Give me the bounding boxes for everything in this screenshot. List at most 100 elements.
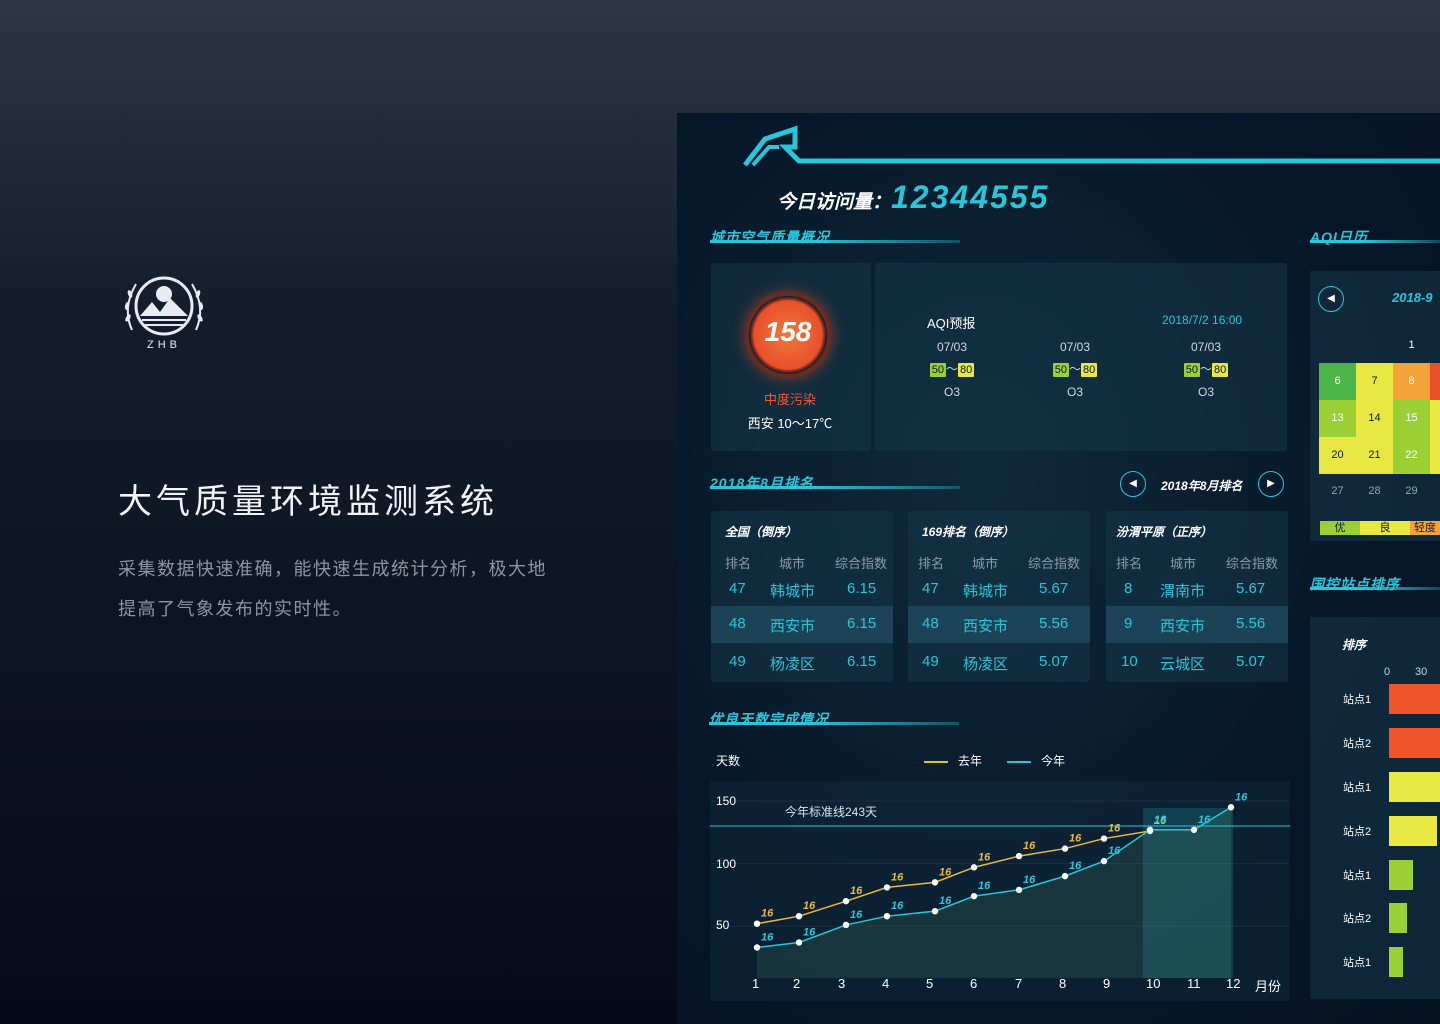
legend-last-year: 去年 xyxy=(924,752,982,769)
ranking-next-button[interactable]: ▶ xyxy=(1258,471,1284,497)
calendar-day[interactable]: 1 xyxy=(1393,327,1430,364)
calendar-day[interactable]: 27 xyxy=(1319,473,1356,510)
station-bar xyxy=(1389,947,1403,977)
forecast-item: 07/03 50 ～ 80 O3 xyxy=(1035,340,1115,399)
station-bar xyxy=(1389,684,1440,714)
section-title-good-days: 优良天数完成情况 xyxy=(709,711,829,727)
forecast-tilde: ～ xyxy=(945,362,958,376)
x-tick-label: 1 xyxy=(752,976,760,991)
table-row[interactable]: 10 云城区 5.07 xyxy=(1106,644,1288,681)
forecast-low: 50 xyxy=(1052,363,1069,377)
table-row[interactable]: 47 韩城市 5.67 xyxy=(908,571,1090,608)
y-tick-label: 150 xyxy=(716,794,737,808)
calendar-day[interactable]: 29 xyxy=(1393,473,1430,510)
table-row[interactable]: 49 杨凌区 5.07 xyxy=(908,644,1090,681)
table-row[interactable]: 49 杨凌区 6.15 xyxy=(711,644,893,681)
forecast-pollutant: O3 xyxy=(1197,385,1214,399)
col-header-rank: 排名 xyxy=(1116,556,1143,571)
forecast-high: 80 xyxy=(1212,363,1229,377)
forecast-item: 07/03 50 ～ 80 O3 xyxy=(1166,340,1246,399)
calendar-day[interactable]: 28 xyxy=(1356,473,1393,510)
col-header-city: 城市 xyxy=(779,556,806,571)
forecast-date: 07/03 xyxy=(1059,340,1091,354)
station-label: 站点1 xyxy=(1343,782,1372,794)
calendar-day[interactable]: 14 xyxy=(1356,400,1393,437)
section-underline xyxy=(709,722,959,725)
calendar-day[interactable]: 6 xyxy=(1319,363,1356,400)
table-row[interactable]: 48 西安市 5.56 xyxy=(908,606,1090,643)
forecast-low: 50 xyxy=(929,363,946,377)
section-title-ranking: 2018年8月排名 xyxy=(710,475,814,491)
x-tick-label: 5 xyxy=(926,976,934,991)
aqi-value: 158 xyxy=(764,316,812,347)
ranking-table-169: 169排名（倒序） 排名 城市 综合指数 47 韩城市 5.67 48 西安市 5.56… xyxy=(908,511,1090,682)
calendar-day[interactable]: 13 xyxy=(1319,400,1356,437)
table-row[interactable]: 8 渭南市 5.67 xyxy=(1106,571,1288,608)
col-header-index: 综合指数 xyxy=(1028,556,1081,571)
forecast-date: 07/03 xyxy=(1190,340,1222,354)
x-tick-label: 9 xyxy=(1103,976,1111,991)
forecast-high: 80 xyxy=(1081,363,1098,377)
col-header-rank: 排名 xyxy=(725,556,752,571)
x-tick-label: 4 xyxy=(882,976,890,991)
station-bar xyxy=(1389,903,1407,933)
station-rank-header: 排序 xyxy=(1342,638,1367,652)
level-legend-good: 优 xyxy=(1320,521,1360,535)
calendar-prev-button[interactable]: ◀ xyxy=(1318,286,1344,312)
calendar-day-edge xyxy=(1430,400,1440,437)
station-bar xyxy=(1389,816,1437,846)
x-tick-label: 7 xyxy=(1015,976,1023,991)
station-label: 站点1 xyxy=(1343,694,1372,706)
visit-count: 12344555 xyxy=(891,179,1050,215)
x-axis-unit: 月份 xyxy=(1255,979,1282,994)
level-legend-light: 轻度 xyxy=(1410,521,1440,535)
station-label: 站点2 xyxy=(1343,913,1372,925)
level-legend-moderate: 良 xyxy=(1360,521,1410,535)
x-tick-label: 3 xyxy=(838,976,846,991)
station-bar xyxy=(1389,860,1413,890)
calendar-day[interactable]: 21 xyxy=(1356,437,1393,474)
ranking-table-title: 169排名（倒序） xyxy=(922,525,1015,539)
logo-text: ZHB xyxy=(147,339,181,351)
forecast-pollutant: O3 xyxy=(1066,385,1083,399)
section-title-overview: 城市空气质量概况 xyxy=(710,229,830,245)
ranking-table-title: 全国（倒序） xyxy=(725,525,798,539)
section-underline xyxy=(710,240,960,243)
table-row[interactable]: 9 西安市 5.56 xyxy=(1106,606,1288,643)
x-tick-label: 2 xyxy=(793,976,801,991)
ranking-prev-button[interactable]: ◀ xyxy=(1120,471,1146,497)
ranking-table-national: 全国（倒序） 排名 城市 综合指数 47 韩城市 6.15 48 西安市 6.15 49… xyxy=(711,511,893,682)
section-underline xyxy=(1310,587,1440,590)
section-underline xyxy=(710,486,960,489)
ranking-nav-label: 2018年8月排名 xyxy=(1161,479,1243,493)
section-title-aqi-calendar: AQI日历 xyxy=(1310,229,1368,245)
dashboard-panel: 今日访问量： 12344555 城市空气质量概况 158 中度污染 西安 10～… xyxy=(677,113,1440,1024)
forecast-item: 07/03 50 ～ 80 O3 xyxy=(912,340,992,399)
calendar-day[interactable]: 8 xyxy=(1393,363,1430,400)
x-tick-label: 8 xyxy=(1059,976,1067,991)
header-ornament xyxy=(743,125,1440,167)
standard-line-label: 今年标准线243天 xyxy=(785,805,878,819)
x-tick-label: 11 xyxy=(1187,976,1201,991)
table-row[interactable]: 48 西安市 6.15 xyxy=(711,606,893,643)
calendar-day-edge xyxy=(1430,437,1440,474)
calendar-day[interactable]: 22 xyxy=(1393,437,1430,474)
y-tick-label: 100 xyxy=(716,857,737,871)
x-tick-label: 6 xyxy=(970,976,978,991)
calendar-day[interactable]: 20 xyxy=(1319,437,1356,474)
section-title-station-rank: 国控站点排序 xyxy=(1310,576,1400,592)
station-label: 站点2 xyxy=(1343,826,1372,838)
station-axis-tick: 30 xyxy=(1415,666,1428,678)
station-label: 站点2 xyxy=(1343,738,1372,750)
col-header-index: 综合指数 xyxy=(1226,556,1279,571)
ranking-table-fenwei: 汾渭平原（正序） 排名 城市 综合指数 8 渭南市 5.67 9 西安市 5.56 10… xyxy=(1106,511,1288,682)
forecast-time: 2018/7/2 16:00 xyxy=(1162,313,1243,327)
calendar-day[interactable]: 7 xyxy=(1356,363,1393,400)
calendar-day[interactable]: 15 xyxy=(1393,400,1430,437)
col-header-index: 综合指数 xyxy=(835,556,888,571)
table-row[interactable]: 47 韩城市 6.15 xyxy=(711,571,893,608)
forecast-low: 50 xyxy=(1183,363,1200,377)
ranking-table-title: 汾渭平原（正序） xyxy=(1116,525,1213,539)
calendar-day-edge xyxy=(1430,363,1440,400)
hero-description: 采集数据快速准确，能快速生成统计分析，极大地提高了气象发布的实时性。 xyxy=(118,559,547,620)
